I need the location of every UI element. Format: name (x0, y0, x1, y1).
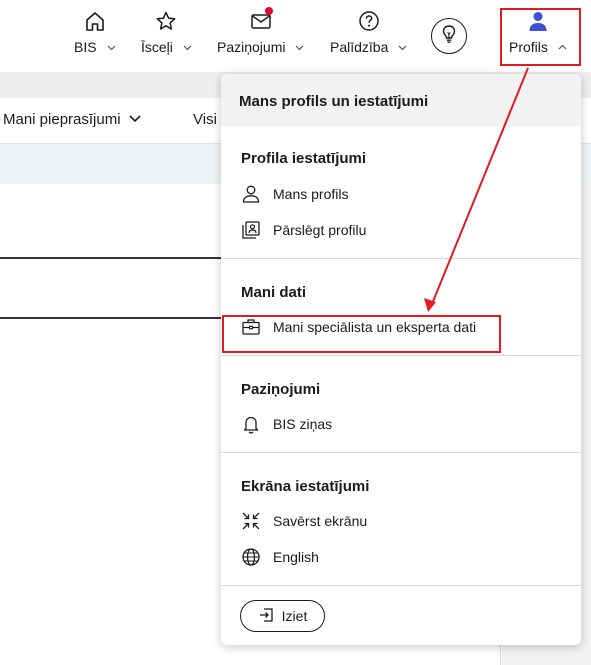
home-icon (84, 10, 106, 32)
nav-item-notifications-label: Paziņojumi (217, 39, 286, 55)
nav-item-notifications[interactable]: Paziņojumi (217, 7, 304, 66)
profile-dropdown-menu: Mans profils un iestatījumi Profila iest… (221, 74, 581, 645)
mail-icon (250, 7, 273, 32)
chevron-down-icon (128, 115, 141, 124)
nav-item-help-label: Palīdzība (330, 39, 389, 55)
menu-item-my-profile-label: Mans profils (273, 186, 349, 202)
menu-item-collapse-screen[interactable]: Savērst ekrānu (241, 509, 561, 533)
tab-all[interactable]: Visi (193, 111, 217, 128)
chevron-down-icon (398, 43, 407, 52)
nav-item-shortcuts[interactable]: Īsceļi (141, 10, 192, 66)
section-divider (221, 355, 581, 356)
tab-my-requests-label: Mani pieprasījumi (3, 111, 121, 128)
tab-all-label: Visi (193, 111, 217, 128)
menu-item-my-profile[interactable]: Mans profils (241, 182, 561, 206)
person-outline-icon (241, 184, 261, 204)
menu-item-language-english[interactable]: English (241, 545, 561, 569)
section-title-notifications: Paziņojumi (241, 381, 321, 398)
ideas-button[interactable] (431, 18, 467, 54)
bell-icon (241, 414, 261, 434)
chevron-down-icon (107, 43, 116, 52)
collapse-arrows-icon (241, 511, 261, 531)
menu-item-switch-profile[interactable]: Pārslēgt profilu (241, 218, 561, 242)
star-icon (155, 10, 177, 32)
dropdown-title: Mans profils un iestatījumi (221, 74, 581, 126)
section-divider (221, 585, 581, 586)
section-title-my-data: Mani dati (241, 284, 307, 301)
logout-button[interactable]: Iziet (240, 600, 325, 632)
nav-item-bis[interactable]: BIS (74, 10, 116, 66)
section-title-screen-settings: Ekrāna iestatījumi (241, 478, 370, 495)
specialist-data-annotation-highlight (222, 315, 501, 353)
logout-button-label: Iziet (281, 608, 308, 624)
lightbulb-icon (440, 24, 458, 49)
menu-item-collapse-screen-label: Savērst ekrānu (273, 513, 368, 529)
nav-item-bis-label: BIS (74, 39, 97, 55)
globe-icon (241, 547, 261, 567)
top-navigation: BIS Īsceļi Paziņojumi Palīdzība Profils (0, 0, 591, 72)
chevron-down-icon (183, 43, 192, 52)
menu-item-switch-profile-label: Pārslēgt profilu (273, 222, 367, 238)
section-divider (221, 258, 581, 259)
tab-my-requests[interactable]: Mani pieprasījumi (3, 111, 141, 128)
menu-item-bis-news[interactable]: BIS ziņas (241, 412, 561, 436)
notification-dot (264, 7, 273, 15)
switch-profile-icon (241, 220, 261, 240)
menu-item-bis-news-label: BIS ziņas (273, 416, 333, 432)
logout-icon (258, 607, 274, 626)
section-title-profile-settings: Profila iestatījumi (241, 150, 367, 167)
section-divider (221, 452, 581, 453)
chevron-down-icon (295, 43, 304, 52)
help-icon (358, 10, 380, 32)
nav-item-help[interactable]: Palīdzība (330, 10, 407, 66)
menu-item-language-english-label: English (273, 549, 319, 565)
profile-annotation-highlight (500, 8, 581, 66)
nav-item-shortcuts-label: Īsceļi (141, 39, 173, 55)
